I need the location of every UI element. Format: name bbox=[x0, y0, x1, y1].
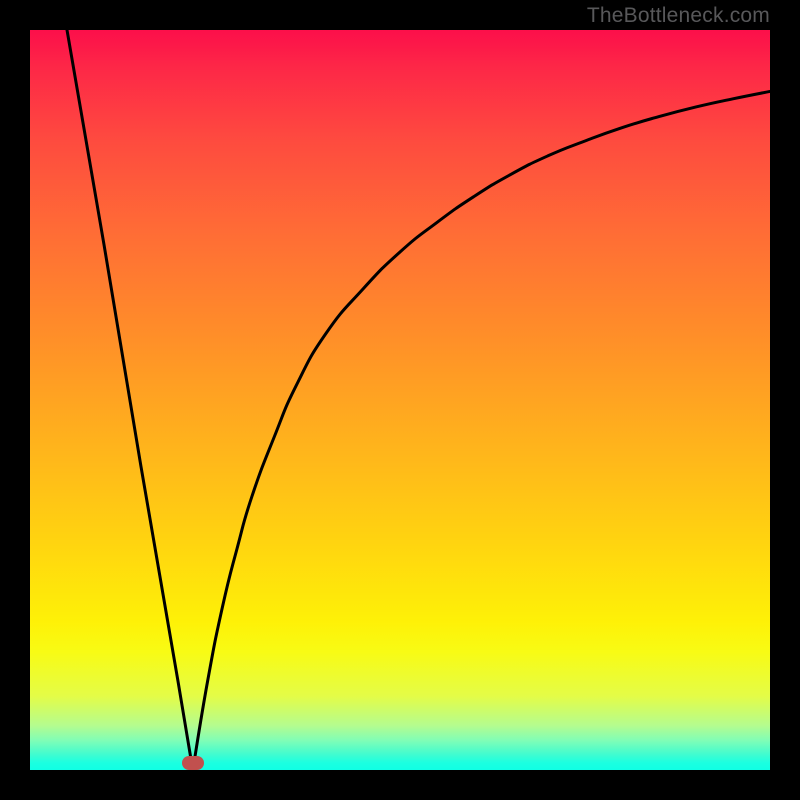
chart-frame: TheBottleneck.com bbox=[0, 0, 800, 800]
watermark-label: TheBottleneck.com bbox=[587, 4, 770, 28]
curve-left-branch bbox=[67, 30, 193, 770]
bottleneck-curve bbox=[30, 30, 770, 770]
curve-right-branch bbox=[193, 91, 770, 770]
minimum-marker bbox=[182, 756, 204, 770]
